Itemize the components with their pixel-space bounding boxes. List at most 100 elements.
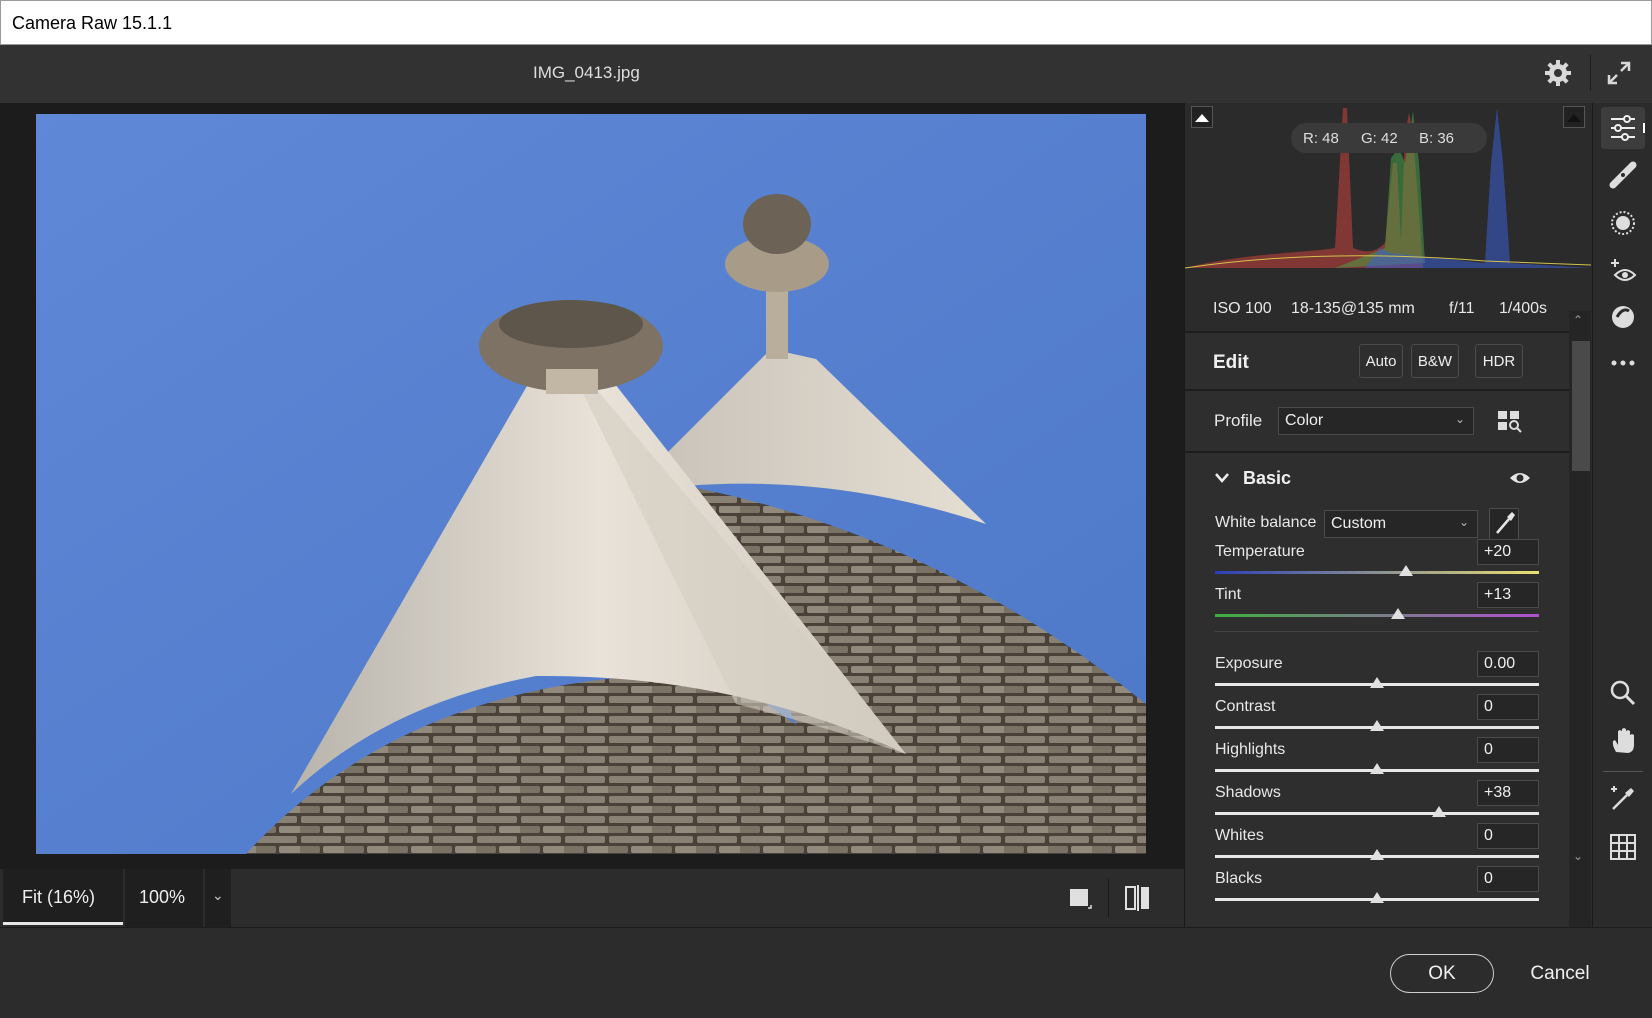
edit-header: Edit Auto B&W HDR	[1185, 331, 1569, 391]
eyedropper-button[interactable]	[1489, 508, 1519, 540]
profile-browser-icon[interactable]	[1497, 409, 1523, 433]
white-balance-value: Custom	[1331, 515, 1387, 532]
tool-rail-divider	[1603, 771, 1643, 772]
chevron-down-icon: ⌄	[212, 887, 224, 903]
section-divider	[1215, 631, 1539, 632]
white-balance-label: White balance	[1215, 514, 1317, 531]
zoom-icon[interactable]	[1607, 677, 1639, 709]
temperature-value-field[interactable]: +20	[1477, 539, 1539, 565]
color-sampler-icon[interactable]	[1607, 783, 1639, 815]
exposure-slider-thumb[interactable]	[1370, 677, 1384, 688]
cancel-button[interactable]: Cancel	[1510, 954, 1610, 993]
blacks-slider-thumb[interactable]	[1370, 892, 1384, 903]
gear-icon[interactable]	[1542, 57, 1574, 89]
whites-value-field[interactable]: 0	[1477, 823, 1539, 849]
tint-slider-row: Tint +13	[1185, 582, 1569, 628]
profile-dropdown[interactable]: Color ⌄	[1278, 407, 1474, 435]
edit-sliders-icon	[1611, 115, 1646, 141]
hdr-button[interactable]: HDR	[1475, 344, 1523, 378]
fit-zoom-button[interactable]: Fit (16%)	[3, 869, 123, 925]
exposure-label: Exposure	[1215, 655, 1283, 672]
window-title: Camera Raw 15.1.1	[12, 13, 173, 33]
image-canvas[interactable]	[0, 103, 1184, 869]
expand-icon[interactable]	[1603, 57, 1635, 89]
shadows-slider-track[interactable]	[1215, 812, 1539, 815]
edit-title: Edit	[1213, 352, 1249, 373]
rgb-readout: R: 48 G: 42 B: 36	[1291, 123, 1487, 153]
shutter-value: 1/400s	[1499, 300, 1548, 317]
scroll-up-icon[interactable]: ⌃	[1573, 313, 1583, 327]
white-balance-dropdown[interactable]: Custom ⌄	[1324, 510, 1478, 538]
temperature-label: Temperature	[1215, 543, 1305, 560]
before-after-icon[interactable]	[1124, 884, 1150, 912]
redeye-icon[interactable]	[1607, 255, 1639, 287]
edit-tool[interactable]	[1601, 107, 1646, 149]
temperature-slider-row: Temperature +20	[1185, 539, 1569, 585]
zoom-100-button[interactable]: 100%	[125, 869, 203, 927]
whites-slider-row: Whites 0	[1185, 823, 1569, 869]
more-icon[interactable]	[1607, 347, 1639, 379]
healing-icon[interactable]	[1607, 159, 1639, 191]
white-balance-row: White balance Custom ⌄	[1185, 503, 1569, 543]
exposure-slider-row: Exposure 0.00	[1185, 651, 1569, 697]
contrast-value-field[interactable]: 0	[1477, 694, 1539, 720]
auto-button[interactable]: Auto	[1359, 344, 1403, 378]
contrast-label: Contrast	[1215, 698, 1276, 715]
title-bar: Camera Raw 15.1.1	[0, 0, 1652, 45]
blacks-value-field[interactable]: 0	[1477, 866, 1539, 892]
highlights-slider-row: Highlights 0	[1185, 737, 1569, 783]
contrast-slider-row: Contrast 0	[1185, 694, 1569, 740]
camera-info: ISO 100 18-135@135 mm f/11 1/400s	[1185, 287, 1591, 331]
eyedropper-icon	[1496, 512, 1515, 534]
eye-icon[interactable]	[1509, 470, 1531, 486]
shadow-clipping-toggle[interactable]	[1191, 106, 1213, 128]
temperature-slider-thumb[interactable]	[1399, 565, 1414, 576]
top-bar: IMG_0413.jpg	[0, 45, 1652, 103]
blacks-slider-row: Blacks 0	[1185, 866, 1569, 912]
profile-label: Profile	[1214, 411, 1263, 430]
camera-raw-window: Camera Raw 15.1.1 IMG_0413.jpg Fit (16%)…	[0, 0, 1652, 1018]
dialog-footer: OK Cancel	[0, 927, 1652, 1018]
contrast-slider-thumb[interactable]	[1370, 720, 1384, 731]
tint-label: Tint	[1215, 586, 1242, 603]
highlights-slider-thumb[interactable]	[1370, 763, 1384, 774]
panel-scrollbar[interactable]: ⌃ ⌄	[1569, 311, 1591, 927]
mask-icon[interactable]	[1607, 207, 1639, 239]
single-view-icon[interactable]	[1068, 886, 1092, 910]
bw-button[interactable]: B&W	[1411, 344, 1459, 378]
basic-section: Basic White balance Custom ⌄ Temperature…	[1185, 453, 1569, 927]
shadows-value-field[interactable]: +38	[1477, 780, 1539, 806]
exposure-value-field[interactable]: 0.00	[1477, 651, 1539, 677]
zoom-dropdown[interactable]: ⌄	[205, 869, 231, 927]
highlights-label: Highlights	[1215, 741, 1286, 758]
edit-panel: R: 48 G: 42 B: 36 ISO 100 18-135@135 mm …	[1184, 103, 1592, 927]
grid-icon[interactable]	[1607, 831, 1639, 863]
scroll-thumb[interactable]	[1572, 341, 1590, 471]
tint-value-field[interactable]: +13	[1477, 582, 1539, 608]
scroll-down-icon[interactable]: ⌄	[1573, 849, 1583, 863]
view-bar: Fit (16%) 100% ⌄	[0, 869, 1184, 927]
histogram: R: 48 G: 42 B: 36	[1185, 103, 1591, 287]
shadows-slider-thumb[interactable]	[1431, 806, 1446, 817]
lens-value: 18-135@135 mm	[1291, 300, 1415, 317]
highlight-clipping-toggle[interactable]	[1563, 106, 1585, 128]
basic-header[interactable]: Basic	[1185, 453, 1569, 503]
profile-value: Color	[1285, 412, 1324, 429]
tint-slider-track[interactable]	[1215, 614, 1539, 617]
temperature-slider-track[interactable]	[1215, 571, 1539, 574]
hand-icon[interactable]	[1607, 725, 1639, 757]
tint-slider-thumb[interactable]	[1391, 608, 1406, 619]
blacks-label: Blacks	[1215, 870, 1263, 887]
ok-button[interactable]: OK	[1390, 954, 1494, 993]
iso-value: ISO 100	[1213, 300, 1272, 317]
chevron-down-icon[interactable]	[1214, 471, 1230, 485]
shadows-label: Shadows	[1215, 784, 1281, 801]
highlights-value-field[interactable]: 0	[1477, 737, 1539, 763]
presets-icon[interactable]	[1607, 301, 1639, 333]
whites-label: Whites	[1215, 827, 1264, 844]
shadows-slider-row: Shadows +38	[1185, 780, 1569, 826]
green-value: G: 42	[1361, 130, 1398, 147]
photo-preview[interactable]	[36, 114, 1146, 854]
profile-row: Profile Color ⌄	[1185, 391, 1569, 453]
whites-slider-thumb[interactable]	[1370, 849, 1384, 860]
